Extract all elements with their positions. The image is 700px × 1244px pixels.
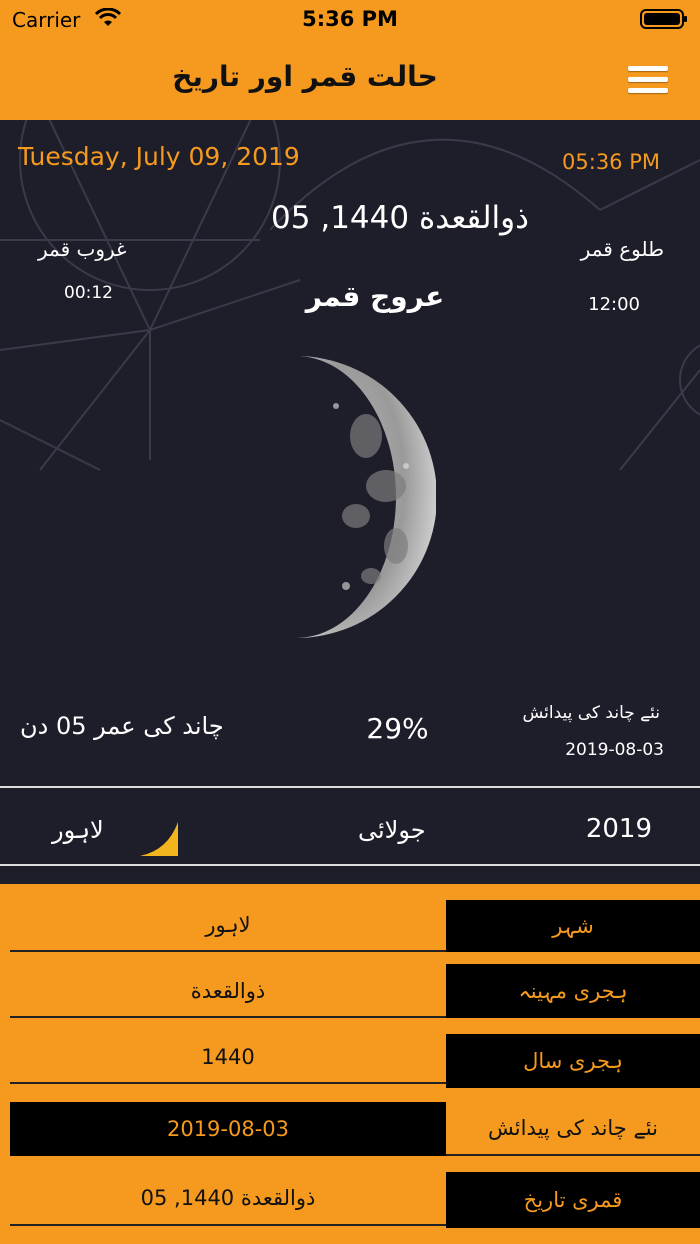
status-time: 5:36 PM <box>302 7 398 31</box>
info-table: لاہور شہر ذوالقعدة ہجری مہینہ 1440 ہجری … <box>0 884 700 1244</box>
table-key-city: شہر <box>446 900 700 952</box>
summary-year: 2019 <box>585 814 652 844</box>
table-key-hijri-year: ہجری سال <box>446 1034 700 1088</box>
table-value-city: لاہور <box>10 900 446 952</box>
table-value-hijri-year: 1440 <box>10 1032 446 1084</box>
summary-month: جولائی <box>358 816 426 844</box>
battery-icon <box>640 9 687 29</box>
summary-city: لاہور <box>52 816 104 844</box>
moonrise-label: طلوع قمر <box>580 237 664 261</box>
table-value-hijri-month: ذوالقعدة <box>10 966 446 1018</box>
moonset-label: غروب قمر <box>38 237 127 261</box>
new-moon-label: نئے چاند کی پیدائش <box>522 703 660 723</box>
hamburger-icon[interactable] <box>626 62 670 98</box>
moon-panel: Tuesday, July 09, 2019 05:36 PM 05 ,ذوال… <box>0 120 700 884</box>
moon-transit-label: عروج قمر <box>305 280 445 313</box>
divider <box>0 786 700 788</box>
current-time: 05:36 PM <box>562 150 660 174</box>
moon-phase-image <box>296 356 436 638</box>
table-value-new-moon: 2019-08-03 <box>10 1102 446 1156</box>
nav-bar: حالت قمر اور تاریخ <box>0 40 700 120</box>
divider <box>0 864 700 866</box>
table-key-new-moon: نئے چاند کی پیدائش <box>446 1102 700 1156</box>
table-value-lunar-date: 05 ,ذوالقعدة 1440 <box>10 1172 446 1226</box>
hijri-date: 05 ,ذوالقعدة 1440 <box>271 200 529 236</box>
new-moon-date: 2019-08-03 <box>565 740 664 760</box>
status-bar: Carrier 5:36 PM <box>0 0 700 40</box>
gregorian-date: Tuesday, July 09, 2019 <box>18 142 300 171</box>
table-key-lunar-date: قمری تاریخ <box>446 1172 700 1228</box>
crescent-moon-icon <box>140 822 178 856</box>
table-key-hijri-month: ہجری مہینہ <box>446 964 700 1018</box>
page-title: حالت قمر اور تاریخ <box>172 60 438 93</box>
